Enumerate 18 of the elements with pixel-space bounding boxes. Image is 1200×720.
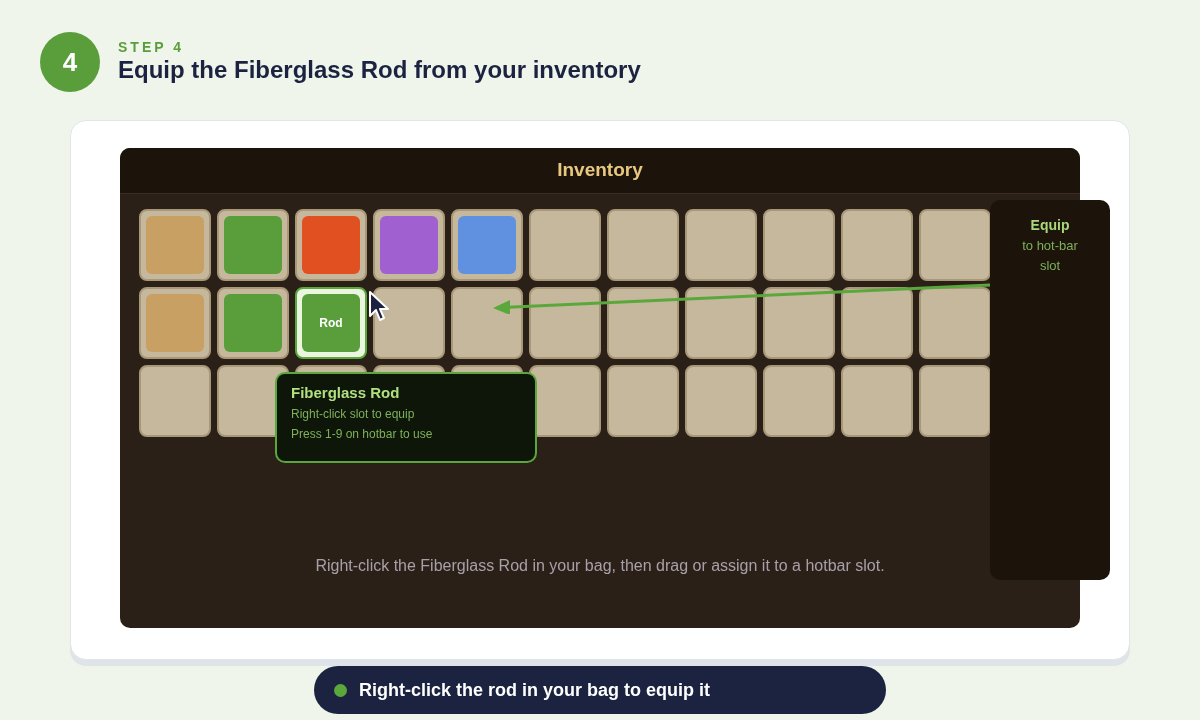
tooltip-line: Right-click slot to equip (291, 406, 416, 423)
inventory-slot[interactable] (919, 209, 991, 281)
step-label: STEP 4 (118, 39, 185, 55)
inventory-slot[interactable]: Rod (295, 287, 367, 359)
inventory-slot[interactable] (373, 287, 445, 359)
inventory-slot[interactable] (919, 365, 991, 437)
tooltip-title: Fiberglass Rod (291, 383, 401, 403)
step-number: 4 (40, 32, 100, 92)
side-panel-title: Equip (1030, 216, 1070, 234)
item-label: Rod (302, 294, 360, 352)
inventory-title: Inventory (557, 158, 643, 183)
caption-text: Right-click the rod in your bag to equip it (359, 678, 710, 702)
step-title: Equip the Fiberglass Rod from your inventory (118, 55, 641, 85)
tooltip-line: Press 1-9 on hotbar to use (291, 426, 434, 443)
cursor-icon (368, 290, 390, 324)
side-panel-text: to hot-bar slot (1021, 237, 1079, 275)
hint-text: Right-click the Fiberglass Rod in your bag, then drag or assign it to a hotbar slot. (315, 556, 885, 576)
inventory-slot[interactable] (529, 365, 601, 437)
